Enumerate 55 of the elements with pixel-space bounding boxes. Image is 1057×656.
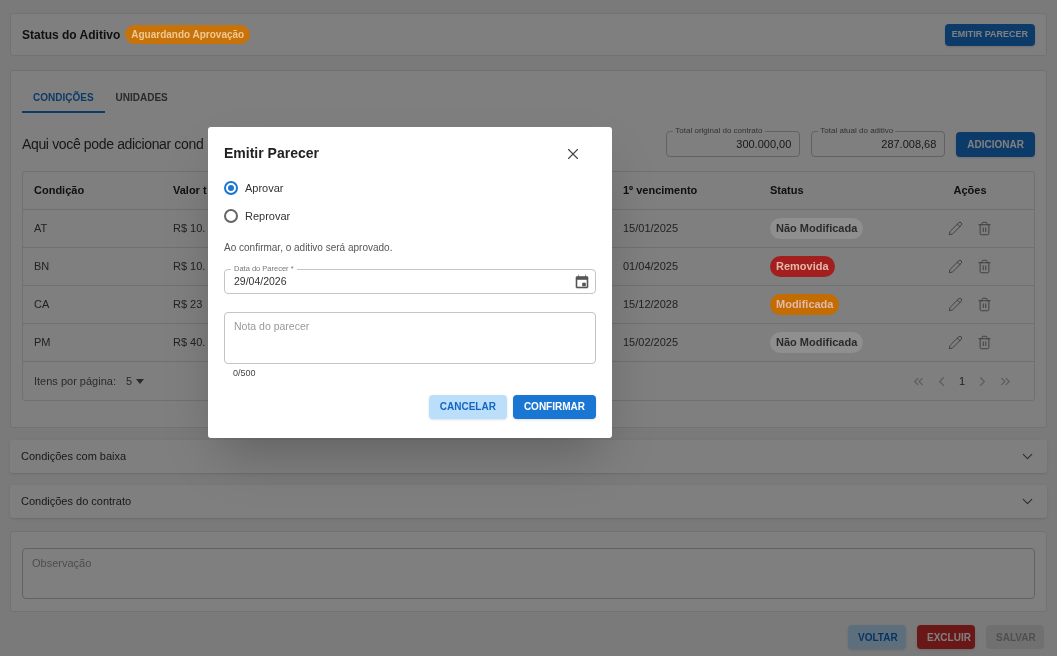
table-cell-text: 15/12/2028 [623,297,680,313]
page-number: 1 [957,373,966,389]
dialog-title: Emitir Parecer [224,144,319,163]
column-header: 1º vencimento [623,183,699,199]
footer-button[interactable]: VOLTAR [848,625,906,649]
emit-opinion-button[interactable]: EMITIR PARECER [944,23,1035,46]
status-chip: Não Modificada [770,332,864,353]
delete-icon[interactable] [977,259,992,274]
table-cell-text: BN [33,259,51,275]
table-cell-text: 15/01/2025 [623,221,680,237]
dialog-button[interactable]: CONFIRMAR [512,394,596,419]
status-chip: Modificada [770,294,840,315]
column-header: Valor t [173,183,207,199]
table-cell-text: R$ 40. [173,335,207,351]
add-button[interactable]: ADICIONAR [956,131,1035,157]
tab[interactable]: UNIDADES [104,83,179,113]
table-cell-text: 01/04/2025 [623,259,680,275]
table-cell-text: R$ 10. [173,259,207,275]
table-cell-text: PM [33,335,52,351]
radio-option[interactable]: Reprovar [224,208,596,224]
table-cell-text: CA [33,297,51,313]
status-chip: Não Modificada [770,218,864,239]
footer-button[interactable]: EXCLUIR [917,625,975,649]
caret-icon [136,378,145,384]
table-cell-text: R$ 10. [173,221,207,237]
status-badge: Aguardando Aprovação [125,25,251,44]
delete-icon[interactable] [977,297,992,312]
radio-button[interactable] [224,209,238,223]
dialog-button[interactable]: CANCELAR [428,394,507,419]
character-counter: 0/500 [233,367,257,380]
status-chip: Removida [770,256,835,277]
accordion[interactable]: Condições do contrato [10,485,1047,518]
edit-icon[interactable] [948,335,963,350]
items-per-page-select[interactable]: 5 [125,372,145,390]
calendar-icon[interactable] [575,274,589,289]
page-title: Status do Aditivo [22,26,121,44]
edit-icon[interactable] [948,221,963,236]
items-per-page-label: Itens por página: [34,373,116,389]
section-heading: Aqui você pode adicionar cond [22,134,204,154]
table-cell-text: 15/02/2025 [623,335,680,351]
column-header: Status [770,183,805,199]
column-header: Condição [33,183,86,199]
table-cell-text: AT [33,221,49,237]
edit-icon[interactable] [948,259,963,274]
accordion[interactable]: Condições com baixa [10,440,1047,473]
tab[interactable]: CONDIÇÕES [22,83,105,113]
delete-icon[interactable] [977,221,992,236]
radio-button[interactable] [224,181,238,195]
edit-icon[interactable] [948,297,963,312]
note-field[interactable]: Nota do parecer [224,312,596,364]
table-cell-text: R$ 23 [173,297,204,313]
delete-icon[interactable] [977,335,992,350]
dialog-message: Ao confirmar, o aditivo será aprovado. [224,241,394,255]
column-header: Ações [952,183,988,199]
radio-option[interactable]: Aprovar [224,180,596,196]
